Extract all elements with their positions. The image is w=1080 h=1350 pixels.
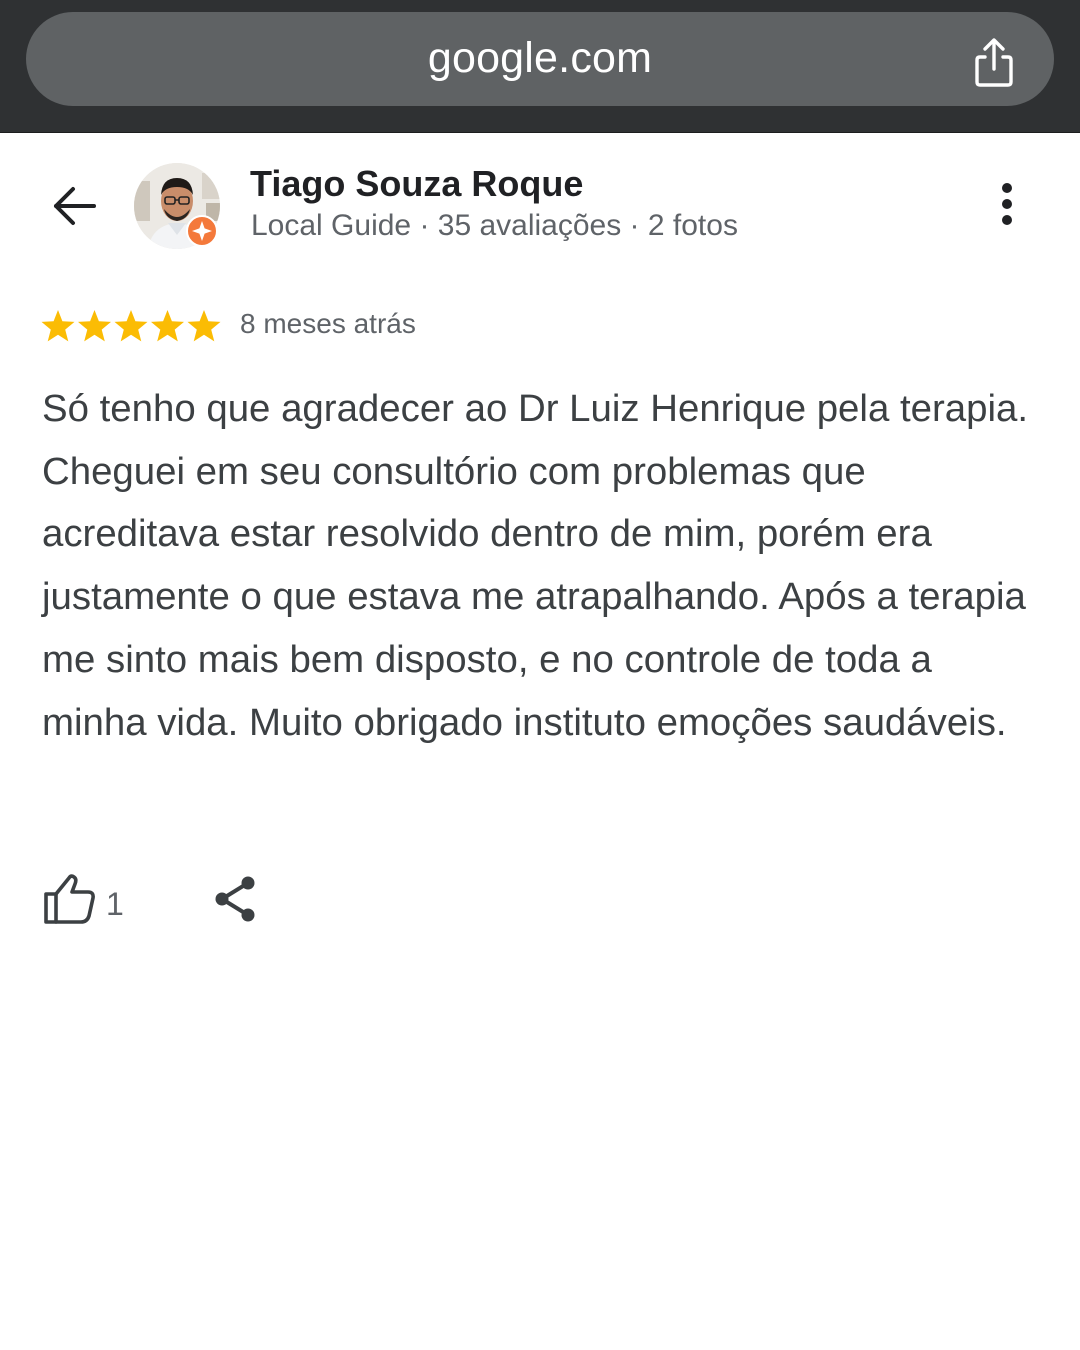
star-rating xyxy=(41,310,221,342)
reviewer-name[interactable]: Tiago Souza Roque xyxy=(250,163,583,205)
reviewer-header: Tiago Souza Roque Local Guide · 35 avali… xyxy=(0,133,1080,273)
local-guide-badge-icon xyxy=(186,215,218,247)
reviewer-meta: Local Guide · 35 avaliações · 2 fotos xyxy=(251,209,738,242)
review-text: Só tenho que agradecer ao Dr Luiz Henriq… xyxy=(42,387,1029,744)
share-icon[interactable] xyxy=(208,872,262,926)
share-upload-icon[interactable] xyxy=(968,36,1020,88)
thumb-up-icon xyxy=(44,874,95,924)
review-actions: 1 xyxy=(0,860,1080,940)
arrow-back-icon[interactable] xyxy=(48,181,98,231)
browser-toolbar: google.com xyxy=(0,0,1080,133)
url-text[interactable]: google.com xyxy=(26,12,1054,106)
address-bar[interactable]: google.com xyxy=(26,12,1054,106)
like-count: 1 xyxy=(106,886,124,922)
star-icon xyxy=(187,310,221,342)
more-vert-icon[interactable] xyxy=(988,181,1026,231)
star-icon xyxy=(78,310,111,342)
star-icon xyxy=(114,310,148,342)
like-button[interactable]: 1 xyxy=(42,870,142,930)
review-date: 8 meses atrás xyxy=(240,308,416,339)
star-icon xyxy=(41,310,75,342)
star-icon xyxy=(151,310,184,342)
